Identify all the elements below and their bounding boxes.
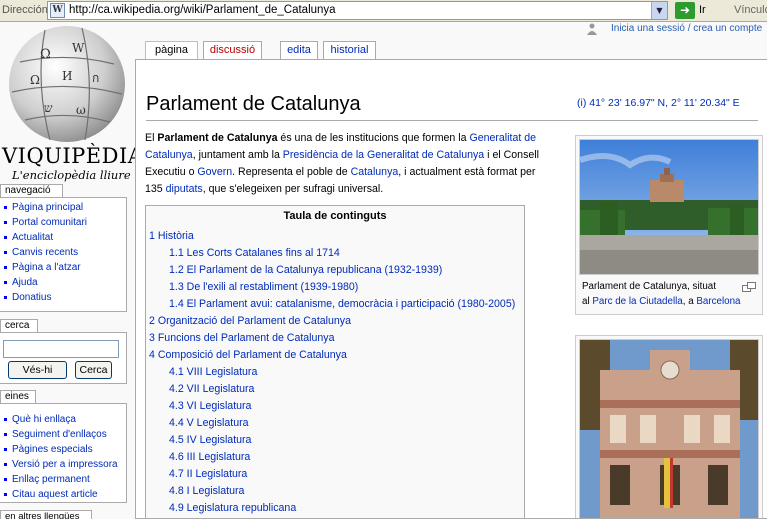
page-icon: W bbox=[50, 3, 65, 18]
tab-page[interactable]: pàgina bbox=[145, 41, 198, 60]
table-of-contents: Taula de continguts 1 Història 1.1 Les C… bbox=[145, 205, 525, 518]
go-button[interactable]: Vés-hi bbox=[8, 361, 67, 379]
toc-item[interactable]: 4.5 IV Legislatura bbox=[169, 434, 251, 446]
languages-portlet-title: en altres llengües bbox=[0, 510, 92, 519]
toc-item[interactable]: 4.9 Legislatura republicana bbox=[169, 502, 296, 514]
svg-text:И: И bbox=[62, 69, 72, 83]
magnify-icon[interactable] bbox=[742, 282, 756, 292]
svg-text:W: W bbox=[72, 41, 85, 55]
toc-item[interactable]: 4.1 VIII Legislatura bbox=[169, 366, 257, 378]
intro-paragraph: El Parlament de Catalunya és una de les … bbox=[145, 132, 539, 195]
link-catalunya[interactable]: Catalunya bbox=[351, 166, 399, 178]
page-title: Parlament de Catalunya bbox=[146, 93, 361, 115]
svg-text:ש: ש bbox=[44, 101, 53, 115]
tools-portlet: Què hi enllaça Seguiment d'enllaços Pàgi… bbox=[0, 403, 127, 503]
logo-tagline: L'enciclopèdia lliure bbox=[12, 168, 131, 182]
toc-item[interactable]: 1.3 De l'exili al restabliment (1939-198… bbox=[169, 281, 358, 293]
sidebar-item-recent-changes[interactable]: Canvis recents bbox=[4, 245, 126, 260]
link-govern[interactable]: Govern bbox=[197, 166, 232, 178]
puzzle-globe-icon: Ω W Ω И ก ש ω bbox=[9, 26, 125, 142]
link-presidencia[interactable]: Presidència de la Generalitat de Catalun… bbox=[283, 149, 484, 161]
tab-discussion[interactable]: discussió bbox=[203, 41, 262, 59]
url-text[interactable]: http://ca.wikipedia.org/wiki/Parlament_d… bbox=[69, 4, 336, 16]
user-icon bbox=[587, 23, 597, 35]
wiki-logo[interactable]: Ω W Ω И ก ש ω VIQUIPÈDIA L'enciclopèdia … bbox=[0, 22, 143, 182]
svg-text:Ω: Ω bbox=[40, 47, 51, 62]
toc-item[interactable]: 4.4 V Legislatura bbox=[169, 417, 249, 429]
address-bar: Dirección W http://ca.wikipedia.org/wiki… bbox=[0, 0, 767, 22]
sidebar-item-donations[interactable]: Donatius bbox=[4, 290, 126, 305]
toc-item[interactable]: 1.2 El Parlament de la Catalunya republi… bbox=[169, 264, 442, 276]
nav-portlet-title: navegació bbox=[0, 184, 63, 197]
logo-wordmark: VIQUIPÈDIA bbox=[2, 144, 144, 168]
sidebar-item-special-pages[interactable]: Pàgines especials bbox=[4, 442, 126, 457]
toc-item[interactable]: 4 Composició del Parlament de Catalunya bbox=[149, 349, 347, 361]
svg-text:ก: ก bbox=[92, 71, 99, 85]
link-ciutadella[interactable]: Parc de la Ciutadella bbox=[592, 296, 682, 307]
toc-item[interactable]: 1.4 El Parlament avui: catalanisme, demo… bbox=[169, 298, 515, 310]
tools-portlet-title: eines bbox=[0, 390, 36, 403]
sidebar-item-related-changes[interactable]: Seguiment d'enllaços bbox=[4, 427, 126, 442]
sidebar-item-random-page[interactable]: Pàgina a l'atzar bbox=[4, 260, 126, 275]
sidebar-item-main-page[interactable]: Pàgina principal bbox=[4, 200, 126, 215]
go-button-label[interactable]: Ir bbox=[699, 4, 706, 16]
thumbnail-parliament-facade bbox=[575, 335, 763, 518]
toc-item[interactable]: 1 Història bbox=[149, 230, 194, 242]
sidebar-item-current-events[interactable]: Actualitat bbox=[4, 230, 126, 245]
toc-item[interactable]: 3 Funcions del Parlament de Catalunya bbox=[149, 332, 335, 344]
thumbnail-caption: Parlament de Catalunya, situat al Parc de… bbox=[582, 281, 741, 307]
content-area: Parlament de Catalunya (i) 41° 23' 16.97… bbox=[135, 59, 767, 519]
sidebar-item-help[interactable]: Ajuda bbox=[4, 275, 126, 290]
tab-history[interactable]: historial bbox=[323, 41, 376, 59]
login-link[interactable]: Inicia una sessió / crea un compte bbox=[611, 23, 762, 34]
toc-item[interactable]: 2 Organització del Parlament de Cataluny… bbox=[149, 315, 351, 327]
nav-portlet: Pàgina principal Portal comunitari Actua… bbox=[0, 197, 127, 312]
tab-edit[interactable]: edita bbox=[280, 41, 318, 59]
chevron-down-icon[interactable]: ▼ bbox=[651, 2, 667, 19]
address-label: Dirección bbox=[2, 4, 48, 16]
parliament-park-photo[interactable] bbox=[579, 139, 759, 275]
toc-item[interactable]: 1.1 Les Corts Catalanes fins al 1714 bbox=[169, 247, 340, 259]
search-portlet-title: cerca bbox=[0, 319, 38, 332]
search-input[interactable] bbox=[3, 340, 119, 358]
sidebar-item-printable-version[interactable]: Versió per a impressora bbox=[4, 457, 126, 472]
sidebar-item-community-portal[interactable]: Portal comunitari bbox=[4, 215, 126, 230]
title-divider bbox=[146, 120, 758, 121]
search-button[interactable]: Cerca bbox=[75, 361, 112, 379]
article-subject: Parlament de Catalunya bbox=[157, 132, 278, 144]
toc-item[interactable]: 4.7 II Legislatura bbox=[169, 468, 247, 480]
toc-title: Taula de continguts bbox=[283, 210, 387, 222]
toc-item[interactable]: 4.6 III Legislatura bbox=[169, 451, 250, 463]
coordinates-link[interactable]: (i) 41° 23' 16.97" N, 2° 11' 20.34" E bbox=[577, 97, 740, 109]
link-diputats[interactable]: diputats bbox=[166, 183, 203, 195]
toc-item[interactable]: 4.3 VI Legislatura bbox=[169, 400, 251, 412]
link-barcelona[interactable]: Barcelona bbox=[696, 296, 740, 307]
sidebar-item-permanent-link[interactable]: Enllaç permanent bbox=[4, 472, 126, 487]
toc-item[interactable]: 4.2 VII Legislatura bbox=[169, 383, 254, 395]
go-arrow-icon[interactable]: ➜ bbox=[675, 2, 695, 19]
thumbnail-parliament-park: Parlament de Catalunya, situat al Parc de… bbox=[575, 135, 763, 315]
address-input[interactable]: W http://ca.wikipedia.org/wiki/Parlament… bbox=[47, 1, 668, 20]
sidebar-item-cite-article[interactable]: Citau aquest article bbox=[4, 487, 126, 502]
svg-text:ω: ω bbox=[76, 103, 86, 117]
parliament-facade-photo[interactable] bbox=[579, 339, 759, 518]
links-label[interactable]: Vínculo bbox=[734, 4, 767, 16]
sidebar-item-what-links-here[interactable]: Què hi enllaça bbox=[4, 412, 126, 427]
toc-item[interactable]: 4.8 I Legislatura bbox=[169, 485, 244, 497]
svg-text:Ω: Ω bbox=[30, 73, 40, 87]
personal-bar: Inicia una sessió / crea un compte bbox=[585, 22, 767, 38]
